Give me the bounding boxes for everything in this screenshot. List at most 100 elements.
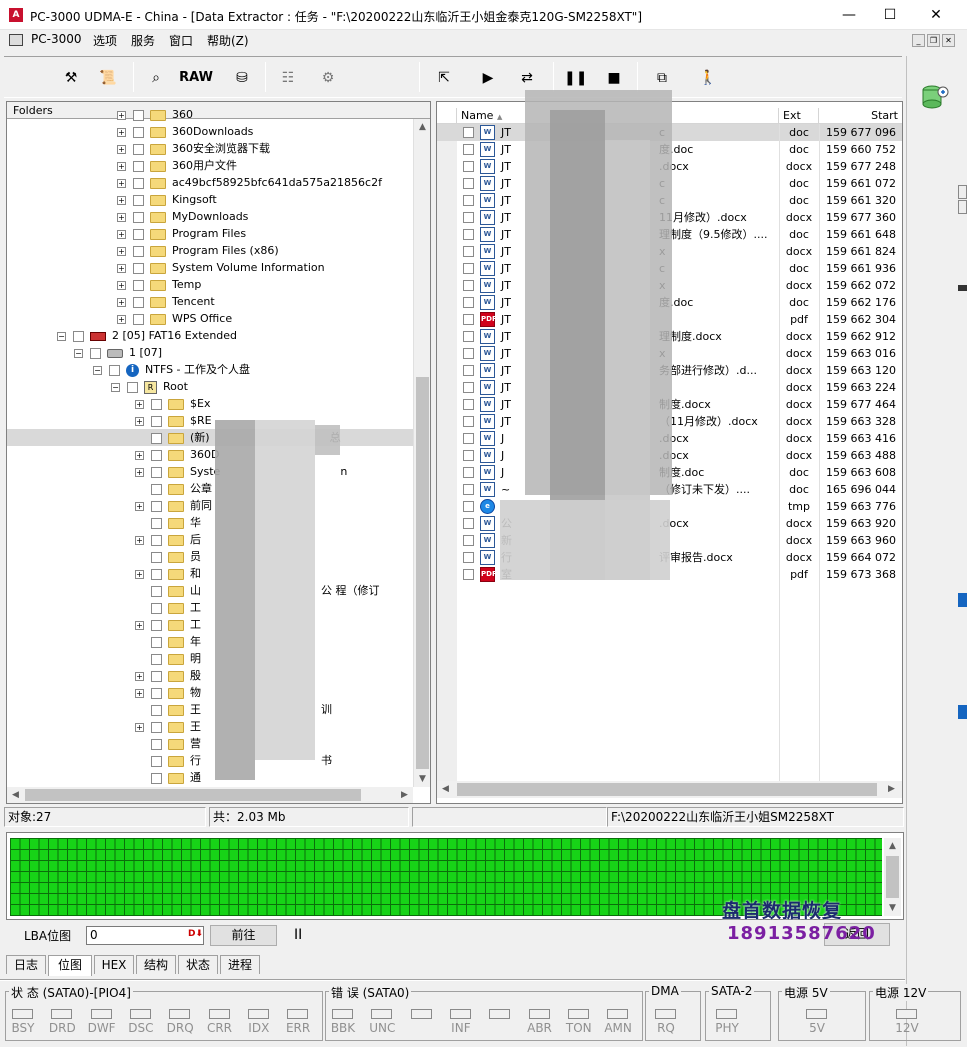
tree-vertical-scrollbar[interactable]: ▲ ▼ xyxy=(413,119,430,787)
tree-item[interactable]: 王训 xyxy=(7,701,413,718)
bitmap-vertical-scrollbar[interactable]: ▲ ▼ xyxy=(884,838,901,916)
workflow-icon[interactable]: ⇄ xyxy=(512,66,542,90)
file-checkbox[interactable] xyxy=(463,467,474,478)
tree-structure-icon[interactable]: ☷ xyxy=(276,66,300,90)
tree-item[interactable]: 山 公 程（修订 xyxy=(7,582,413,599)
tree-checkbox[interactable] xyxy=(133,245,144,257)
expand-icon[interactable]: + xyxy=(135,620,144,630)
scroll-thumb[interactable] xyxy=(886,856,899,898)
tree-horizontal-scrollbar[interactable]: ◀ ▶ xyxy=(7,787,413,803)
menu-window[interactable]: 窗口 xyxy=(169,32,193,49)
scroll-up-icon[interactable]: ▲ xyxy=(884,838,901,854)
expand-icon[interactable]: + xyxy=(135,501,144,511)
tree-checkbox[interactable] xyxy=(127,381,138,393)
tree-item[interactable]: 行书 xyxy=(7,752,413,769)
tree-item[interactable]: (新)总 xyxy=(7,429,413,446)
expand-icon[interactable]: + xyxy=(135,416,144,426)
tree-item[interactable]: + Syste n xyxy=(7,463,413,480)
tree-item[interactable]: 明 xyxy=(7,650,413,667)
collapse-icon[interactable]: − xyxy=(111,382,120,392)
mdi-minimize-button[interactable]: _ xyxy=(912,34,925,47)
scroll-thumb[interactable] xyxy=(457,783,877,796)
scroll-icon[interactable]: 📜 xyxy=(96,66,120,90)
file-checkbox[interactable] xyxy=(463,229,474,240)
tree-checkbox[interactable] xyxy=(133,110,144,121)
tools-icon[interactable]: ⚒ xyxy=(59,66,83,90)
menu-service[interactable]: 服务 xyxy=(131,32,155,49)
tree-checkbox[interactable] xyxy=(151,636,162,648)
expand-icon[interactable]: + xyxy=(135,569,144,579)
file-checkbox[interactable] xyxy=(463,178,474,189)
menu-help[interactable]: 帮助(Z) xyxy=(207,32,249,49)
menu-options[interactable]: 选项 xyxy=(93,32,117,49)
tree-checkbox[interactable] xyxy=(151,449,162,461)
expand-icon[interactable]: + xyxy=(117,195,126,205)
tab-log[interactable]: 日志 xyxy=(6,955,46,974)
tree-checkbox[interactable] xyxy=(133,262,144,274)
tree-checkbox[interactable] xyxy=(151,568,162,580)
tree-item[interactable]: + 殷 xyxy=(7,667,413,684)
tree-item[interactable]: + $RE xyxy=(7,412,413,429)
scroll-thumb[interactable] xyxy=(416,377,429,769)
tree-checkbox[interactable] xyxy=(151,619,162,631)
tree-item[interactable]: + 后 xyxy=(7,531,413,548)
tree-item[interactable]: − i NTFS - 工作及个人盘 xyxy=(7,361,413,378)
tree-item[interactable]: 公章 xyxy=(7,480,413,497)
tree-item[interactable]: + Tencent xyxy=(7,293,413,310)
lba-input[interactable]: 0 xyxy=(86,926,204,945)
expand-icon[interactable]: + xyxy=(117,314,126,324)
raw-button[interactable]: RAW xyxy=(178,66,214,90)
tree-item[interactable]: 工 xyxy=(7,599,413,616)
tree-item[interactable]: +360Downloads xyxy=(7,123,413,140)
app-logo-icon[interactable]: A xyxy=(9,8,23,22)
tab-state[interactable]: 状态 xyxy=(178,955,218,974)
expand-icon[interactable]: + xyxy=(117,127,126,137)
tree-item[interactable]: +360 xyxy=(7,110,413,123)
tree-checkbox[interactable] xyxy=(151,687,162,699)
tree-item[interactable]: + WPS Office xyxy=(7,310,413,327)
file-checkbox[interactable] xyxy=(463,569,474,580)
scroll-up-icon[interactable]: ▲ xyxy=(414,119,431,135)
tree-item[interactable]: 华 xyxy=(7,514,413,531)
disk-open-icon[interactable]: ⛁ xyxy=(230,66,254,90)
expand-icon[interactable]: + xyxy=(135,450,144,460)
tree-checkbox[interactable] xyxy=(151,517,162,529)
collapse-icon[interactable]: − xyxy=(57,331,66,341)
file-checkbox[interactable] xyxy=(463,416,474,427)
tree-item[interactable]: 员 xyxy=(7,548,413,565)
tree-checkbox[interactable] xyxy=(133,160,144,172)
file-checkbox[interactable] xyxy=(463,127,474,138)
file-checkbox[interactable] xyxy=(463,365,474,376)
expand-icon[interactable]: + xyxy=(135,671,144,681)
tree-gear-icon[interactable]: ⚙ xyxy=(313,66,343,90)
expand-icon[interactable]: + xyxy=(117,280,126,290)
expand-icon[interactable]: + xyxy=(117,161,126,171)
file-checkbox[interactable] xyxy=(463,331,474,342)
tree-checkbox[interactable] xyxy=(133,313,144,325)
tree-checkbox[interactable] xyxy=(151,772,162,784)
expand-icon[interactable]: + xyxy=(117,178,126,188)
tree-item[interactable]: +360安全浏览器下载 xyxy=(7,140,413,157)
tree-checkbox[interactable] xyxy=(133,228,144,240)
tree-checkbox[interactable] xyxy=(133,194,144,206)
expand-icon[interactable]: + xyxy=(135,467,144,477)
file-checkbox[interactable] xyxy=(463,280,474,291)
tree-checkbox[interactable] xyxy=(151,585,162,597)
tree-item[interactable]: 年 xyxy=(7,633,413,650)
file-checkbox[interactable] xyxy=(463,297,474,308)
tree-checkbox[interactable] xyxy=(73,330,84,342)
tree-item[interactable]: + Program Files xyxy=(7,225,413,242)
tree-checkbox[interactable] xyxy=(151,551,162,563)
tree-checkbox[interactable] xyxy=(151,704,162,716)
expand-icon[interactable]: + xyxy=(117,263,126,273)
tree-checkbox[interactable] xyxy=(151,653,162,665)
tree-item[interactable]: + 前同 xyxy=(7,497,413,514)
file-checkbox[interactable] xyxy=(463,263,474,274)
list-horizontal-scrollbar[interactable]: ◀ ▶ xyxy=(437,781,902,798)
tree-item[interactable]: + Program Files (x86) xyxy=(7,242,413,259)
file-checkbox[interactable] xyxy=(463,246,474,257)
tree-checkbox[interactable] xyxy=(133,126,144,138)
tree-checkbox[interactable] xyxy=(133,296,144,308)
expand-icon[interactable]: + xyxy=(117,297,126,307)
tree-item[interactable]: − 1 [07] xyxy=(7,344,413,361)
